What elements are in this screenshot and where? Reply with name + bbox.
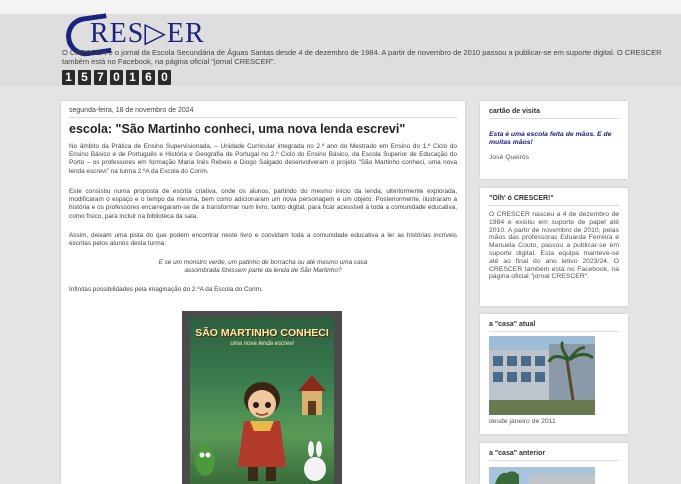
post-paragraph-4: Infinitas possibilidades pela imaginação… bbox=[69, 286, 263, 293]
counter-digit: 0 bbox=[110, 70, 123, 85]
card-author: José Queirós bbox=[489, 154, 530, 161]
counter-digit: 5 bbox=[78, 70, 91, 85]
card-heading: cartão de visita bbox=[489, 108, 540, 115]
book-title: SÃO MARTINHO CONHECI bbox=[195, 327, 329, 339]
book-cover-image[interactable]: SÃO MARTINHO CONHECI uma nova lenda escr… bbox=[182, 311, 342, 484]
divider bbox=[489, 460, 619, 461]
counter-digit: 1 bbox=[62, 70, 75, 85]
sidebar-card-current-house: a "casa" atual desde janeiro de 2011 bbox=[480, 314, 628, 434]
crescer-logo[interactable]: RES▷ER bbox=[63, 13, 204, 59]
monster-icon bbox=[195, 446, 215, 476]
counter-digit: 1 bbox=[126, 70, 139, 85]
photo-caption: desde janeiro de 2011 bbox=[489, 418, 556, 425]
book-subtitle: uma nova lenda escrevi bbox=[230, 341, 294, 347]
card-heading: "Olh' ó CRESCER!" bbox=[489, 195, 554, 202]
card-heading: a "casa" atual bbox=[489, 321, 536, 328]
previous-building-photo[interactable] bbox=[489, 467, 595, 484]
card-tagline: Esta é uma escola feita de mãos. E de mu… bbox=[489, 131, 612, 146]
post-paragraph-2: Este consistiu numa proposta de escrita … bbox=[69, 188, 457, 220]
post-paragraph-3: Assim, deixam uma pista do que podem enc… bbox=[69, 232, 457, 248]
school-building-photo[interactable] bbox=[489, 336, 595, 415]
post-date: segunda-feira, 18 de novembro de 2024 bbox=[69, 107, 194, 114]
blog-description: O CRESCER é o jornal da Escola Secundári… bbox=[62, 48, 662, 66]
divider bbox=[489, 205, 619, 206]
post-quote: E se um monstro verde, um patinho de bor… bbox=[158, 259, 368, 275]
sidebar-card-business-card: cartão de visita Esta é uma escola feita… bbox=[480, 101, 628, 179]
visit-counter: 1 5 7 0 1 6 0 bbox=[62, 70, 171, 85]
house-icon bbox=[298, 375, 326, 415]
cover-art: SÃO MARTINHO CONHECI uma nova lenda escr… bbox=[190, 317, 334, 484]
post-paragraph-1: No âmbito da Prática de Ensino Supervisi… bbox=[69, 143, 457, 175]
sidebar-card-previous-house: a "casa" anterior bbox=[480, 443, 628, 484]
sidebar-card-history: "Olh' ó CRESCER!" O CRESCER nasceu a 4 d… bbox=[480, 188, 628, 306]
boy-illustration bbox=[238, 382, 286, 481]
card-text: O CRESCER nasceu a 4 de dezembro de 1984… bbox=[489, 211, 619, 281]
logo-text: RES▷ER bbox=[90, 18, 205, 49]
counter-digit: 6 bbox=[142, 70, 155, 85]
post-column: segunda-feira, 18 de novembro de 2024 es… bbox=[61, 101, 465, 484]
divider bbox=[69, 117, 457, 118]
counter-digit: 0 bbox=[158, 70, 171, 85]
bunny-icon bbox=[304, 441, 326, 481]
blog-header: RES▷ER O CRESCER é o jornal da Escola Se… bbox=[0, 13, 681, 86]
counter-digit: 7 bbox=[94, 70, 107, 85]
divider bbox=[489, 331, 619, 332]
post-title[interactable]: escola: "São Martinho conheci, uma nova … bbox=[69, 122, 405, 136]
card-heading: a "casa" anterior bbox=[489, 450, 546, 457]
divider bbox=[489, 118, 619, 119]
